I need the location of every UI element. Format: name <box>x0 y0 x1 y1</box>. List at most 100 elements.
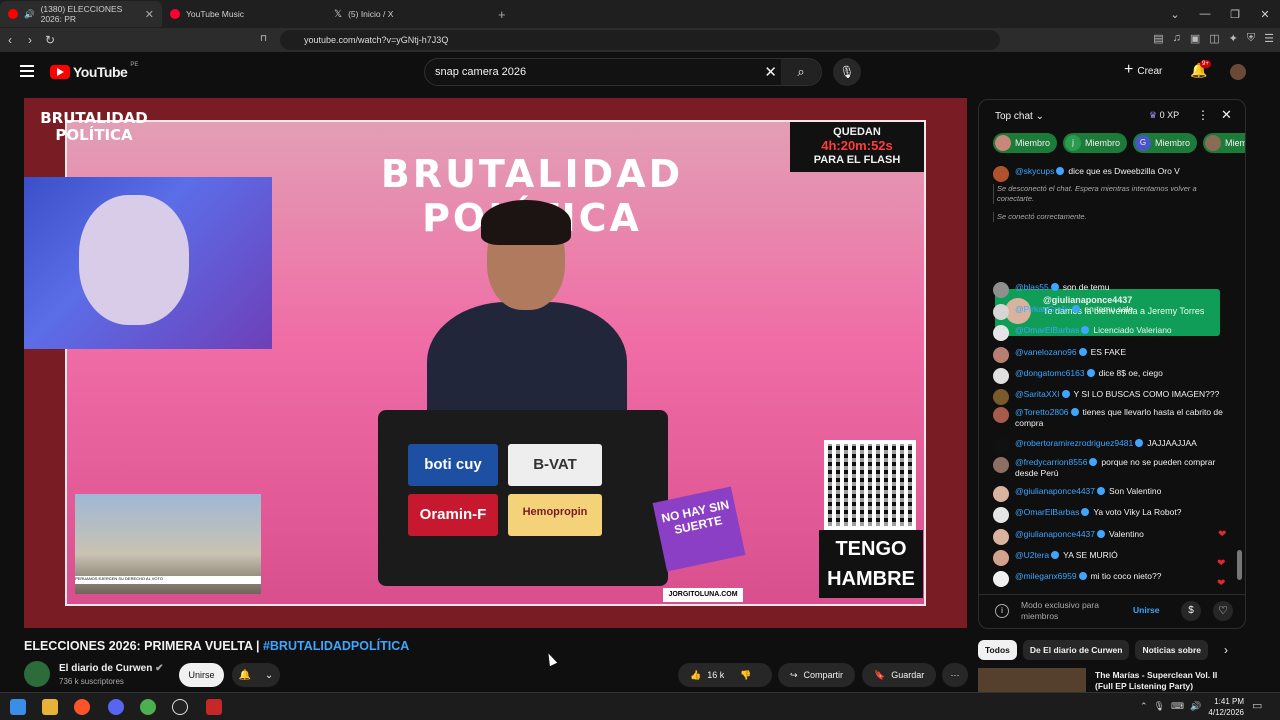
chip-noticias[interactable]: Noticias sobre <box>1135 640 1209 660</box>
chat-message[interactable]: @vanelozano96 ES FAKE <box>993 347 1233 363</box>
music-icon[interactable]: ♫ <box>1173 32 1181 45</box>
chat-message[interactable]: @mileganx6959 mi tio coco nieto?? <box>993 571 1233 587</box>
taskbar-clock[interactable]: 1:41 PM 4/12/2026 <box>1196 696 1244 718</box>
chat-avatar[interactable] <box>993 486 1009 502</box>
like-count[interactable]: 16 k <box>707 670 724 680</box>
chat-avatar[interactable] <box>993 438 1009 454</box>
chat-scrollbar[interactable] <box>1237 550 1242 580</box>
tab-search-icon[interactable]: ⌄ <box>1160 8 1190 21</box>
share-button[interactable]: ↪ Compartir <box>778 663 856 687</box>
xp-badge[interactable]: ♛ 0 XP <box>1149 110 1179 121</box>
member-pill[interactable]: Miembro <box>993 133 1058 153</box>
close-tab-icon[interactable]: ✕ <box>145 8 154 21</box>
chat-mode-dropdown[interactable]: Top chat ⌄ <box>995 111 1044 122</box>
app-icon-green[interactable] <box>140 699 156 715</box>
chat-avatar[interactable] <box>993 325 1009 341</box>
chat-avatar[interactable] <box>993 550 1009 566</box>
search-icon[interactable]: ⌕ <box>781 59 821 85</box>
reload-icon[interactable]: ↻ <box>40 33 60 47</box>
chat-username[interactable]: @giulianaponce4437 <box>1015 486 1095 496</box>
notifications-button[interactable]: 🔔 9+ <box>1190 60 1211 79</box>
ai-icon[interactable]: ✦ <box>1229 32 1238 45</box>
chat-message[interactable]: @PirkaqGrafic en temu sale <box>993 304 1233 320</box>
forward-icon[interactable]: › <box>20 33 40 47</box>
info-icon[interactable]: i <box>995 604 1009 618</box>
mic-tray-icon[interactable]: 🎙 <box>1154 701 1165 712</box>
new-tab-icon[interactable]: + <box>498 7 506 22</box>
chat-avatar[interactable] <box>993 347 1009 363</box>
chat-join-button[interactable]: Unirse <box>1133 605 1159 615</box>
subscription-bell-button[interactable]: 🔔 ⌄ <box>232 663 280 687</box>
reading-icon[interactable]: ▣ <box>1190 32 1200 45</box>
chat-avatar[interactable] <box>993 571 1009 587</box>
chat-message[interactable]: @SaritaXXI Y SI LO BUSCAS COMO IMAGEN??? <box>993 389 1233 405</box>
video-player[interactable]: BRUTALIDAD POLÍTICA boti cuy B-VAT Orami… <box>24 98 967 628</box>
app-icon-red[interactable] <box>206 699 222 715</box>
chat-message[interactable]: @OmarElBarbas Ya voto Viky La Robot? <box>993 507 1233 523</box>
close-window-icon[interactable]: ✕ <box>1250 8 1280 21</box>
file-explorer-icon[interactable] <box>42 699 58 715</box>
chat-username[interactable]: @mileganx6959 <box>1015 571 1077 581</box>
url-field[interactable]: youtube.com/watch?v=yGNtj-h7J3Q <box>280 30 1000 50</box>
brave-browser-icon[interactable] <box>74 699 90 715</box>
restore-icon[interactable]: ❐ <box>1220 8 1250 21</box>
chat-username[interactable]: @fredycarrion8556 <box>1015 457 1087 467</box>
close-chat-icon[interactable]: ✕ <box>1221 107 1232 123</box>
account-avatar[interactable] <box>1230 64 1246 80</box>
chat-avatar[interactable] <box>993 304 1009 320</box>
chat-avatar[interactable] <box>993 457 1009 473</box>
chip-channel[interactable]: De El diario de Curwen <box>1022 640 1130 660</box>
chip-todos[interactable]: Todos <box>978 640 1017 660</box>
chat-username[interactable]: @SaritaXXI <box>1015 389 1060 399</box>
chevron-right-icon[interactable]: › <box>1224 643 1228 657</box>
chat-message[interactable]: @U2tera YA SE MURIÓ <box>993 550 1233 566</box>
search-box[interactable]: snap camera 2026 ✕ ⌕ <box>424 58 822 86</box>
chat-username[interactable]: @robertoramirezrodriguez9481 <box>1015 438 1133 448</box>
more-actions-icon[interactable]: ⋯ <box>942 663 968 687</box>
network-icon[interactable]: ⌨ <box>1171 701 1184 712</box>
chat-username[interactable]: @vanelozano96 <box>1015 347 1077 357</box>
chat-username[interactable]: @blas55 <box>1015 282 1049 292</box>
chat-message[interactable]: @giulianaponce4437 Valentino <box>993 529 1233 545</box>
chat-username[interactable]: @giulianaponce4437 <box>1015 529 1095 539</box>
save-button[interactable]: 🔖 Guardar <box>862 663 937 687</box>
youtube-logo[interactable]: YouTube PE <box>50 62 138 80</box>
channel-avatar[interactable] <box>24 661 50 687</box>
member-pill[interactable]: Miembro <box>1203 133 1245 153</box>
tab-youtube-music[interactable]: YouTube Music <box>162 1 326 27</box>
minimize-icon[interactable]: — <box>1190 8 1220 20</box>
heart-reaction-icon[interactable]: ♡ <box>1213 601 1233 621</box>
chat-username[interactable]: @OmarElBarbas <box>1015 507 1079 517</box>
wallet-icon[interactable]: ◫ <box>1209 32 1219 45</box>
chat-message[interactable]: @skycups dice que es Dweebzilla Oro V <box>993 166 1233 182</box>
obs-icon[interactable] <box>172 699 188 715</box>
super-chat-icon[interactable]: $ <box>1181 601 1201 621</box>
search-input[interactable]: snap camera 2026 <box>435 66 526 78</box>
hashtag-link[interactable]: #BRUTALIDADPOLÍTICA <box>263 639 409 653</box>
chat-avatar[interactable] <box>993 166 1009 182</box>
chat-message[interactable]: @robertoramirezrodriguez9481 JAJJAAJJAA <box>993 438 1233 454</box>
chat-username[interactable]: @Toretto2806 <box>1015 407 1069 417</box>
discord-icon[interactable] <box>108 699 124 715</box>
like-icon[interactable]: 👍 <box>690 670 701 681</box>
tab-x[interactable]: 𝕏 (5) Inicio / X <box>326 1 490 27</box>
chat-message[interactable]: @dongatomc6163 dice 8$ oe, ciego <box>993 368 1233 384</box>
chat-username[interactable]: @dongatomc6163 <box>1015 368 1085 378</box>
chat-avatar[interactable] <box>993 407 1009 423</box>
chat-message[interactable]: @Toretto2806 tienes que llevarlo hasta el… <box>993 407 1233 429</box>
bookmark-icon[interactable]: ⊓ <box>260 33 267 44</box>
menu-icon[interactable]: ☰ <box>1264 32 1274 45</box>
create-button[interactable]: + Crear <box>1124 61 1162 79</box>
join-button[interactable]: Unirse <box>179 663 224 687</box>
clear-search-icon[interactable]: ✕ <box>764 63 777 81</box>
chat-avatar[interactable] <box>993 507 1009 523</box>
chat-avatar[interactable] <box>993 529 1009 545</box>
chat-avatar[interactable] <box>993 368 1009 384</box>
member-pill[interactable]: G Miembro <box>1133 133 1198 153</box>
back-icon[interactable]: ‹ <box>0 33 20 47</box>
chat-avatar[interactable] <box>993 282 1009 298</box>
chat-username[interactable]: @OmarElBarbas <box>1015 325 1079 335</box>
tray-expand-icon[interactable]: ⌃ <box>1140 701 1148 712</box>
channel-name[interactable]: El diario de Curwen ✔ <box>59 663 164 674</box>
chat-message[interactable]: @giulianaponce4437 Son Valentino <box>993 486 1233 502</box>
